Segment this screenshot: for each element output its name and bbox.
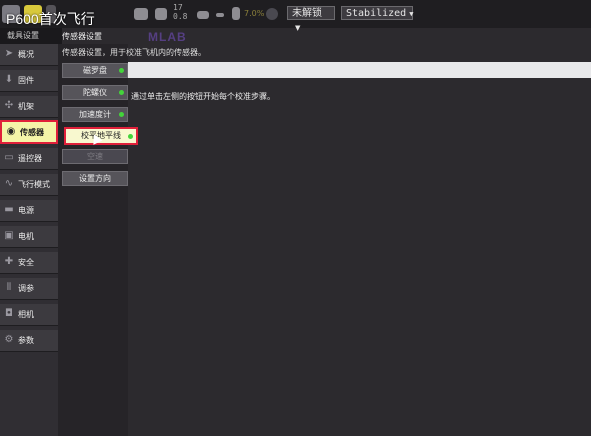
sidebar-item-safety[interactable]: ✚ 安全: [0, 252, 58, 274]
signal-value-2: 0.8: [173, 12, 188, 21]
level-horizon-button[interactable]: 校平地平线: [64, 127, 138, 145]
compass-button[interactable]: 磁罗盘: [62, 63, 128, 78]
sidebar-item-power[interactable]: ▬ 电源: [0, 200, 58, 222]
status-ok-icon: [119, 68, 124, 73]
gps-icon: [266, 8, 278, 20]
chevron-down-icon: ▼: [295, 24, 301, 32]
sidebar-item-firmware[interactable]: ⬇ 固件: [0, 70, 58, 92]
sidebar-item-parameters[interactable]: ⚙ 参数: [0, 330, 58, 352]
airspeed-button-label: 空速: [87, 152, 103, 161]
set-orientation-button[interactable]: 设置方向: [62, 171, 128, 186]
signal-readout: 17 0.8: [173, 3, 187, 21]
sidebar-item-motors[interactable]: ▣ 电机: [0, 226, 58, 248]
rc-icon: [197, 11, 209, 19]
sliders-icon: ⫴: [6, 282, 12, 293]
set-orientation-button-label: 设置方向: [79, 174, 111, 183]
sidebar-item-label: 调参: [18, 284, 34, 293]
sidebar-item-sensors[interactable]: ◉ 传感器: [0, 120, 58, 144]
sidebar-item-label: 相机: [18, 310, 34, 319]
sidebar-item-label: 固件: [18, 76, 34, 85]
compass-button-label: 磁罗盘: [83, 66, 107, 75]
sidebar-item-label: 机架: [18, 102, 34, 111]
sidebar-item-summary[interactable]: ➤ 概况: [0, 44, 58, 66]
sensor-submenu: [58, 44, 128, 436]
airspeed-button[interactable]: 空速: [62, 149, 128, 164]
page-title: 传感器设置: [62, 32, 102, 41]
accelerometer-button-label: 加速度计: [79, 110, 111, 119]
status-ok-icon: [119, 112, 124, 117]
settings-label: 载具设置: [7, 31, 39, 40]
signal-icon: [155, 8, 167, 20]
gyroscope-button-label: 陀螺仪: [83, 88, 107, 97]
calibration-status-bar: [128, 62, 591, 78]
watermark: MLAB: [148, 30, 187, 44]
sidebar-item-label: 电机: [18, 232, 34, 241]
sidebar-item-label: 电源: [18, 206, 34, 215]
radio-waves-icon: ◉: [6, 126, 16, 137]
sidebar-item-camera[interactable]: ◘ 相机: [0, 304, 58, 326]
sidebar-item-label: 遥控器: [18, 154, 42, 163]
power-icon: ▬: [4, 204, 14, 215]
safety-icon: ✚: [4, 256, 14, 267]
top-toolbar: 17 0.8 7.0% 未解锁▼ Stabilized ▼ P600首次飞行: [0, 0, 591, 32]
wave-icon: ∿: [4, 178, 14, 189]
flight-mode-select[interactable]: Stabilized ▼: [341, 6, 413, 20]
download-icon: ⬇: [4, 74, 14, 85]
camera-icon: ◘: [5, 308, 13, 319]
video-title: P600首次飞行: [6, 11, 95, 27]
battery-icon: [232, 7, 240, 20]
telemetry-icon: [216, 13, 224, 17]
flight-mode-value: Stabilized: [346, 8, 407, 19]
gears-icon: ⚙: [4, 334, 14, 345]
megaphone-icon[interactable]: [134, 8, 148, 20]
status-ok-icon: [128, 134, 133, 139]
battery-value: 7.0%: [244, 9, 265, 18]
signal-value-1: 17: [173, 3, 183, 12]
status-ok-icon: [119, 90, 124, 95]
gyroscope-button[interactable]: 陀螺仪: [62, 85, 128, 100]
sidebar-item-label: 安全: [18, 258, 34, 267]
page-description: 传感器设置，用于校准飞机内的传感器。: [62, 48, 206, 57]
sidebar-item-radio[interactable]: ▭ 遥控器: [0, 148, 58, 170]
main-panel: [128, 62, 591, 436]
arm-status-value: 未解锁: [292, 8, 322, 19]
paper-plane-icon: ➤: [4, 48, 14, 59]
sidebar-item-flight-modes[interactable]: ∿ 飞行模式: [0, 174, 58, 196]
airframe-icon: ✣: [4, 100, 14, 111]
chevron-down-icon: ▼: [409, 10, 414, 18]
arm-status-select[interactable]: 未解锁 ▼: [287, 6, 335, 32]
sidebar-item-label: 参数: [18, 336, 34, 345]
calibration-instruction: 通过单击左侧的按钮开始每个校准步骤。: [131, 92, 275, 101]
sidebar-item-tuning[interactable]: ⫴ 调参: [0, 278, 58, 300]
remote-control-icon: ▭: [4, 152, 14, 163]
sidebar-item-airframe[interactable]: ✣ 机架: [0, 96, 58, 118]
sidebar-item-label: 传感器: [20, 128, 44, 137]
sidebar-item-label: 概况: [18, 50, 34, 59]
motor-icon: ▣: [4, 230, 14, 241]
accelerometer-button[interactable]: 加速度计: [62, 107, 128, 122]
sidebar-item-label: 飞行模式: [18, 180, 50, 189]
